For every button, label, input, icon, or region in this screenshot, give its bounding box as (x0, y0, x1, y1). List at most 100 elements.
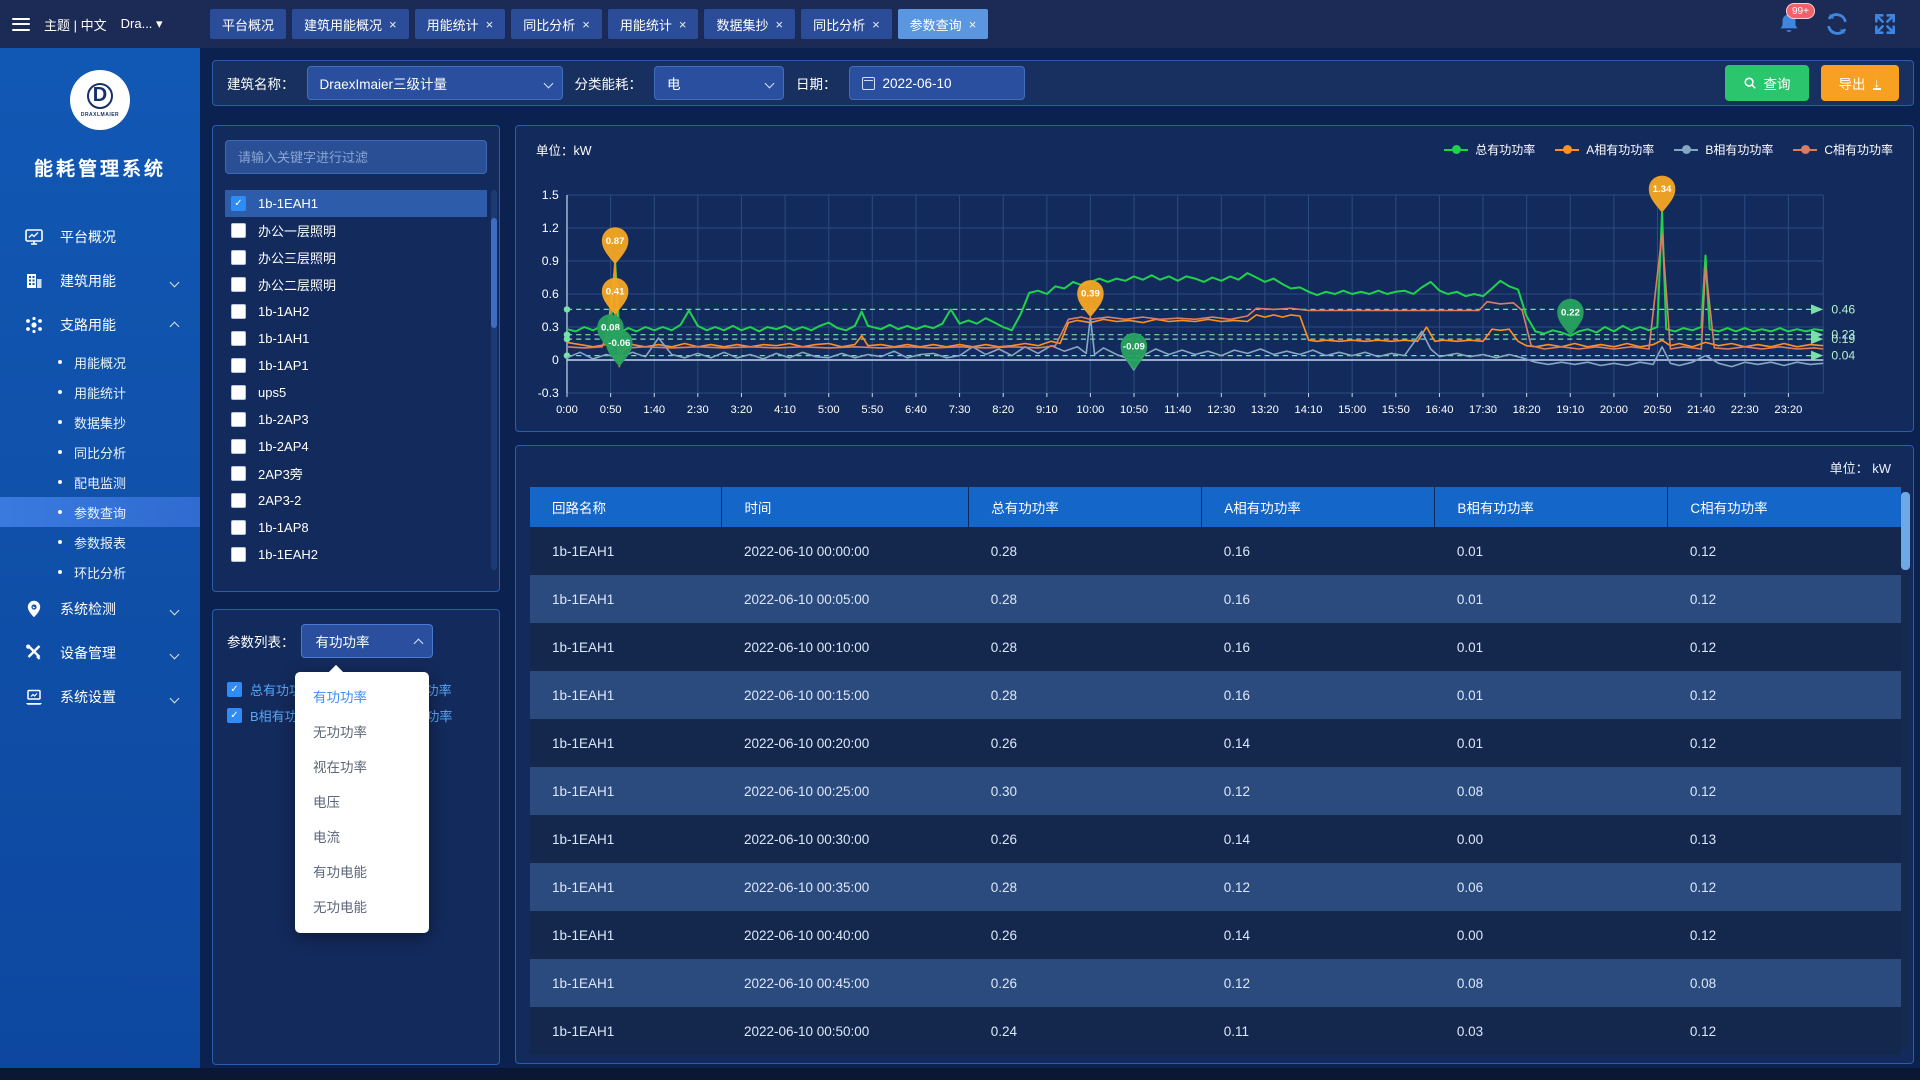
sidebar-item-平台概况[interactable]: 平台概况 (0, 215, 200, 259)
building-select[interactable]: DraexImaier三级计量 (307, 66, 563, 100)
circuit-item-1b-1EAH2[interactable]: 1b-1EAH2 (225, 541, 487, 568)
tab-同比分析[interactable]: 同比分析× (511, 9, 602, 39)
dropdown-option-无功电能[interactable]: 无功电能 (295, 890, 429, 925)
dropdown-option-有功电能[interactable]: 有功电能 (295, 855, 429, 890)
circuit-item-ups5[interactable]: ups5 (225, 379, 487, 406)
tab-close-icon[interactable]: × (969, 17, 977, 32)
legend-item-A相有功功率[interactable]: A相有功功率 (1555, 141, 1654, 158)
tab-close-icon[interactable]: × (486, 17, 494, 32)
dropdown-option-视在功率[interactable]: 视在功率 (295, 750, 429, 785)
sidebar-subitem-同比分析[interactable]: 同比分析 (0, 437, 200, 467)
sidebar-subitem-参数报表[interactable]: 参数报表 (0, 527, 200, 557)
circuit-item-1b-1AP8[interactable]: 1b-1AP8 (225, 514, 487, 541)
bullet-icon (58, 360, 62, 364)
parameter-select[interactable]: 有功功率 (301, 624, 433, 658)
checkbox[interactable] (231, 466, 246, 481)
sidebar-subitem-用能统计[interactable]: 用能统计 (0, 377, 200, 407)
circuit-item-1b-1EAH1[interactable]: ✓1b-1EAH1 (225, 190, 487, 217)
svg-text:3:20: 3:20 (731, 404, 753, 416)
building-icon (24, 271, 44, 291)
table-row: 1b-1EAH12022-06-10 00:10:000.280.160.010… (530, 623, 1901, 671)
checkbox[interactable] (231, 331, 246, 346)
sidebar-subitem-数据集抄[interactable]: 数据集抄 (0, 407, 200, 437)
checkbox[interactable]: ✓ (227, 682, 242, 697)
circuit-search-input[interactable] (225, 140, 487, 174)
checkbox[interactable] (231, 250, 246, 265)
legend-item-B相有功功率[interactable]: B相有功功率 (1674, 141, 1773, 158)
sidebar-item-建筑用能[interactable]: 建筑用能 (0, 259, 200, 303)
tab-同比分析[interactable]: 同比分析× (801, 9, 892, 39)
fullscreen-icon[interactable] (1872, 11, 1898, 37)
checkbox[interactable] (231, 547, 246, 562)
svg-text:7:30: 7:30 (949, 404, 971, 416)
query-button[interactable]: 查询 (1725, 65, 1809, 101)
checkbox[interactable] (231, 358, 246, 373)
svg-text:8:20: 8:20 (992, 404, 1014, 416)
checkbox[interactable] (231, 493, 246, 508)
checkbox[interactable] (231, 439, 246, 454)
sidebar-item-设备管理[interactable]: 设备管理 (0, 631, 200, 675)
tab-close-icon[interactable]: × (679, 17, 687, 32)
tab-平台概况[interactable]: 平台概况 (210, 9, 286, 39)
circuit-item-2AP3-2[interactable]: 2AP3-2 (225, 487, 487, 514)
dropdown-option-有功功率[interactable]: 有功功率 (295, 680, 429, 715)
theme-switch[interactable]: 主题 | 中文 (44, 15, 107, 34)
table-cell: 0.06 (1435, 863, 1668, 911)
tab-close-icon[interactable]: × (389, 17, 397, 32)
tab-建筑用能概况[interactable]: 建筑用能概况× (292, 9, 409, 39)
table-scrollbar[interactable] (1901, 492, 1910, 1049)
sidebar-subitem-配电监测[interactable]: 配电监测 (0, 467, 200, 497)
tab-数据集抄[interactable]: 数据集抄× (704, 9, 795, 39)
tab-close-icon[interactable]: × (872, 17, 880, 32)
circuit-item-label: 1b-1AH1 (258, 331, 309, 346)
main-area: 建筑名称： DraexImaier三级计量 分类能耗： 电 日期： 2022-0… (200, 48, 1920, 1068)
date-picker[interactable]: 2022-06-10 (849, 66, 1025, 100)
user-menu[interactable]: Dra... ▾ (121, 16, 163, 32)
hamburger-menu-icon[interactable] (12, 14, 30, 34)
energy-type-select[interactable]: 电 (654, 66, 784, 100)
sidebar-subitem-参数查询[interactable]: 参数查询 (0, 497, 200, 527)
circuit-item-1b-2AP3[interactable]: 1b-2AP3 (225, 406, 487, 433)
circuit-item-办公二层照明[interactable]: 办公二层照明 (225, 271, 487, 298)
dropdown-option-无功功率[interactable]: 无功功率 (295, 715, 429, 750)
circuit-item-2AP3旁[interactable]: 2AP3旁 (225, 460, 487, 487)
chevron-down-icon (171, 689, 178, 705)
dropdown-option-电流[interactable]: 电流 (295, 820, 429, 855)
legend-item-总有功功率[interactable]: 总有功功率 (1444, 141, 1535, 158)
tab-close-icon[interactable]: × (775, 17, 783, 32)
sidebar-item-系统设置[interactable]: 系统设置 (0, 675, 200, 719)
circuit-item-1b-2AP4[interactable]: 1b-2AP4 (225, 433, 487, 460)
checkbox[interactable] (231, 412, 246, 427)
tab-参数查询[interactable]: 参数查询× (898, 9, 989, 39)
tab-用能统计[interactable]: 用能统计× (415, 9, 506, 39)
tab-close-icon[interactable]: × (582, 17, 590, 32)
checkbox[interactable] (231, 520, 246, 535)
circuit-item-1b-1AH1[interactable]: 1b-1AH1 (225, 325, 487, 352)
circuit-item-办公三层照明[interactable]: 办公三层照明 (225, 244, 487, 271)
sidebar-item-系统检测[interactable]: 系统检测 (0, 587, 200, 631)
sidebar-subitem-用能概况[interactable]: 用能概况 (0, 347, 200, 377)
chevron-down-icon (171, 601, 178, 617)
circuit-item-办公一层照明[interactable]: 办公一层照明 (225, 217, 487, 244)
checkbox[interactable] (231, 385, 246, 400)
svg-text:0.3: 0.3 (542, 320, 559, 334)
sidebar-subitem-环比分析[interactable]: 环比分析 (0, 557, 200, 587)
readings-table: 回路名称时间总有功功率A相有功功率B相有功功率C相有功功率 1b-1EAH120… (530, 487, 1901, 1055)
dropdown-option-电压[interactable]: 电压 (295, 785, 429, 820)
circuit-item-1b-1AP1[interactable]: 1b-1AP1 (225, 352, 487, 379)
checkbox[interactable] (231, 223, 246, 238)
checkbox[interactable] (231, 304, 246, 319)
sidebar-item-支路用能[interactable]: 支路用能 (0, 303, 200, 347)
power-line-chart[interactable]: -0.300.30.60.91.21.50:000:501:402:303:20… (516, 161, 1913, 427)
table-cell: 1b-1EAH1 (530, 911, 722, 959)
circuit-item-1b-1AH2[interactable]: 1b-1AH2 (225, 298, 487, 325)
circuit-list-scrollbar[interactable] (491, 190, 497, 570)
refresh-icon[interactable] (1824, 11, 1850, 37)
notification-bell-icon[interactable]: 99+ (1776, 11, 1802, 37)
legend-item-C相有功功率[interactable]: C相有功功率 (1793, 141, 1893, 158)
tab-用能统计[interactable]: 用能统计× (608, 9, 699, 39)
checkbox[interactable]: ✓ (231, 196, 246, 211)
checkbox[interactable] (231, 277, 246, 292)
export-button[interactable]: 导出 ↓ (1821, 65, 1900, 101)
checkbox[interactable]: ✓ (227, 708, 242, 723)
